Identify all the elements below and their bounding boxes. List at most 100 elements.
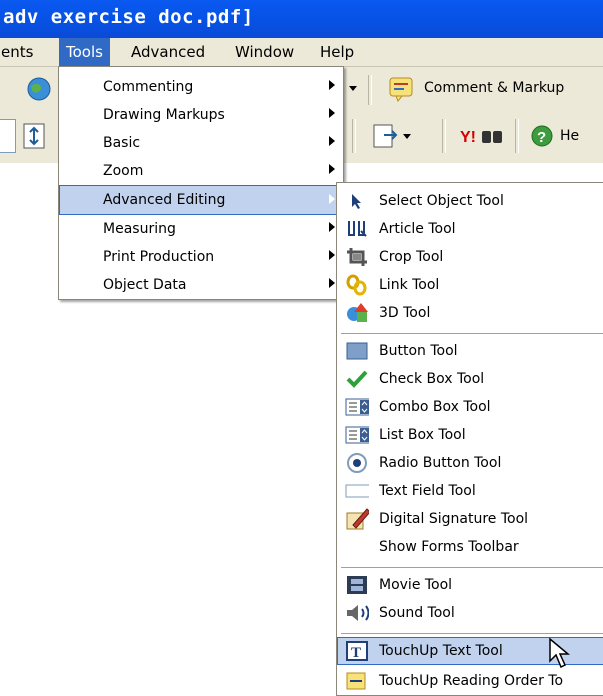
menu-item-label: Article Tool: [379, 221, 456, 237]
arrow-cursor-icon: [345, 190, 369, 212]
menu-item-label: 3D Tool: [379, 305, 431, 321]
input-box: [0, 119, 16, 153]
menu-separator: [341, 567, 603, 568]
menu-item-label: Drawing Markups: [103, 107, 225, 123]
dropdown-arrow-icon: [349, 86, 357, 91]
speaker-icon: [345, 602, 369, 624]
globe-button[interactable]: [26, 76, 52, 102]
menu-item-print-production[interactable]: Print Production: [59, 243, 343, 271]
menu-tools[interactable]: Tools: [59, 38, 110, 66]
submenu-arrow-icon: [329, 194, 335, 204]
menu-item-digital-signature-tool[interactable]: Digital Signature Tool: [337, 505, 603, 533]
menu-item-label: Show Forms Toolbar: [379, 539, 519, 555]
menu-item-label: Combo Box Tool: [379, 399, 491, 415]
menu-item-label: TouchUp Text Tool: [379, 643, 503, 659]
menu-item-check-box-tool[interactable]: Check Box Tool: [337, 365, 603, 393]
menu-item-link-tool[interactable]: Link Tool: [337, 271, 603, 299]
menu-item-drawing-markups[interactable]: Drawing Markups: [59, 101, 343, 129]
menu-bar: ents Tools Advanced Window Help: [0, 38, 603, 67]
menu-item-show-forms-toolbar[interactable]: Show Forms Toolbar: [337, 533, 603, 561]
menu-comments[interactable]: ents: [0, 38, 40, 66]
comment-markup-label: Comment & Markup: [424, 80, 565, 96]
globe-icon: [27, 77, 51, 101]
submenu-arrow-icon: [329, 222, 335, 232]
radio-button-icon: [345, 452, 369, 474]
menu-item-label: Commenting: [103, 79, 194, 95]
menu-separator: [341, 333, 603, 334]
menu-item-label: Sound Tool: [379, 605, 455, 621]
menu-item-advanced-editing[interactable]: Advanced Editing: [59, 185, 343, 215]
menu-item-label: Link Tool: [379, 277, 440, 293]
advanced-editing-submenu: Select Object Tool Article Tool Crop Too…: [336, 182, 603, 696]
title-bar: adv exercise doc.pdf]: [0, 0, 603, 38]
comment-markup-button[interactable]: Comment & Markup: [388, 74, 564, 102]
menu-item-label: Button Tool: [379, 343, 458, 359]
fit-page-button[interactable]: [20, 121, 48, 151]
menu-advanced[interactable]: Advanced: [124, 38, 212, 66]
dropdown-arrow-button[interactable]: [343, 80, 363, 96]
menu-item-sound-tool[interactable]: Sound Tool: [337, 599, 603, 627]
menu-item-touchup-reading-order-tool[interactable]: TouchUp Reading Order To: [337, 667, 603, 695]
menu-window[interactable]: Window: [228, 38, 301, 66]
menu-item-3d-tool[interactable]: 3D Tool: [337, 299, 603, 327]
combo-box-icon: [345, 396, 369, 418]
menu-help[interactable]: Help: [313, 38, 361, 66]
yahoo-binoculars-icon: Y!: [460, 129, 502, 146]
menu-item-label: TouchUp Reading Order To: [379, 673, 564, 689]
menu-item-label: Basic: [103, 135, 141, 151]
menu-item-article-tool[interactable]: Article Tool: [337, 215, 603, 243]
reading-order-icon: [345, 670, 369, 692]
help-button[interactable]: ? He: [530, 124, 579, 148]
button-shape-icon: [345, 340, 369, 362]
tools-menu: Commenting Drawing Markups Basic Zoom Ad…: [58, 66, 344, 300]
menu-item-movie-tool[interactable]: Movie Tool: [337, 571, 603, 599]
menu-item-label: Object Data: [103, 277, 187, 293]
chain-link-icon: [345, 274, 369, 296]
left-field[interactable]: [0, 119, 16, 153]
menu-item-label: Select Object Tool: [379, 193, 504, 209]
yahoo-button[interactable]: Y!: [458, 121, 508, 151]
comment-markup-icon: [389, 77, 413, 102]
svg-text:T: T: [351, 645, 361, 661]
export-button[interactable]: [370, 121, 414, 151]
3d-shapes-icon: [345, 302, 369, 324]
menu-item-label: Zoom: [103, 163, 144, 179]
film-strip-icon: [345, 574, 369, 596]
svg-text:?: ?: [537, 129, 546, 146]
toolbar-separator: [368, 75, 372, 105]
menu-item-commenting[interactable]: Commenting: [59, 73, 343, 101]
menu-item-label: Measuring: [103, 221, 176, 237]
toolbar-separator: [442, 119, 446, 153]
menu-item-select-object-tool[interactable]: Select Object Tool: [337, 187, 603, 215]
submenu-arrow-icon: [329, 108, 335, 118]
touchup-text-icon: T: [345, 640, 369, 662]
text-field-icon: [345, 480, 369, 502]
menu-item-radio-button-tool[interactable]: Radio Button Tool: [337, 449, 603, 477]
article-icon: [345, 218, 369, 240]
pen-signature-icon: [345, 508, 369, 530]
menu-item-label: Check Box Tool: [379, 371, 485, 387]
menu-item-label: Text Field Tool: [379, 483, 476, 499]
window-title: adv exercise doc.pdf]: [3, 6, 254, 28]
toolbar-separator: [352, 119, 356, 153]
menu-item-zoom[interactable]: Zoom: [59, 157, 343, 185]
menu-separator: [341, 633, 603, 634]
mouse-cursor-icon: [549, 637, 571, 669]
submenu-arrow-icon: [329, 250, 335, 260]
menu-item-text-field-tool[interactable]: Text Field Tool: [337, 477, 603, 505]
menu-item-label: Radio Button Tool: [379, 455, 502, 471]
submenu-arrow-icon: [329, 164, 335, 174]
menu-item-measuring[interactable]: Measuring: [59, 215, 343, 243]
menu-item-label: Crop Tool: [379, 249, 444, 265]
menu-item-button-tool[interactable]: Button Tool: [337, 337, 603, 365]
menu-item-label: List Box Tool: [379, 427, 466, 443]
menu-item-basic[interactable]: Basic: [59, 129, 343, 157]
export-page-icon: [373, 124, 411, 148]
menu-item-combo-box-tool[interactable]: Combo Box Tool: [337, 393, 603, 421]
help-icon: ?: [531, 125, 553, 147]
svg-text:Y!: Y!: [460, 129, 476, 146]
submenu-arrow-icon: [329, 80, 335, 90]
menu-item-crop-tool[interactable]: Crop Tool: [337, 243, 603, 271]
menu-item-list-box-tool[interactable]: List Box Tool: [337, 421, 603, 449]
menu-item-object-data[interactable]: Object Data: [59, 271, 343, 299]
